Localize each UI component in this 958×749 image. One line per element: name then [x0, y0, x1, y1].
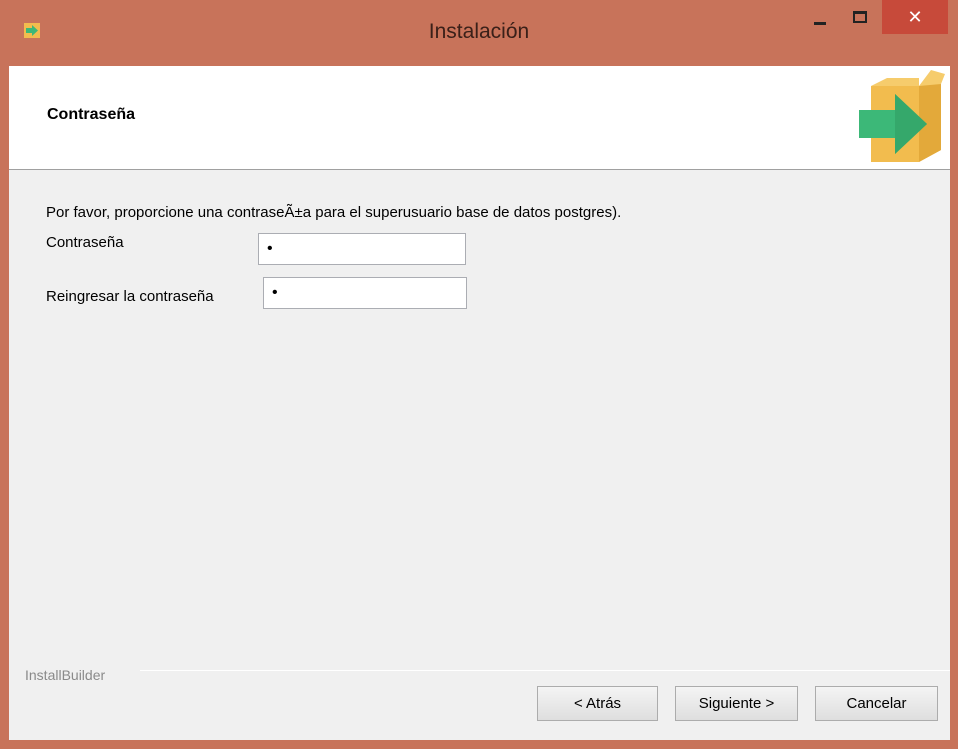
title-bar[interactable]: Instalación ✕	[0, 0, 958, 66]
next-button[interactable]: Siguiente >	[675, 686, 798, 721]
close-icon: ✕	[907, 6, 923, 27]
minimize-button[interactable]	[800, 0, 840, 34]
cancel-button[interactable]: Cancelar	[815, 686, 938, 721]
footer-divider	[140, 670, 950, 671]
password-instructions: Por favor, proporcione una contraseÃ±a p…	[46, 204, 622, 221]
password-field[interactable]: •	[258, 233, 466, 265]
installer-box-arrow-icon	[859, 70, 945, 162]
confirm-password-field[interactable]: •	[263, 277, 467, 309]
password-label: Contraseña	[46, 234, 124, 251]
installer-client-area: Contraseña Por favor, proporcione una co…	[9, 66, 950, 740]
installer-window: Instalación ✕ Contraseña Por favor, prop…	[0, 0, 958, 749]
password-mask: •	[267, 240, 273, 257]
minimize-icon	[814, 21, 826, 25]
confirm-password-label: Reingresar la contraseña	[46, 288, 214, 305]
installbuilder-label: InstallBuilder	[25, 667, 106, 683]
back-button[interactable]: < Atrás	[537, 686, 658, 721]
page-title: Contraseña	[47, 106, 136, 123]
maximize-button[interactable]	[842, 0, 878, 34]
close-button[interactable]: ✕	[882, 0, 948, 34]
page-header: Contraseña	[9, 66, 950, 170]
confirm-password-mask: •	[272, 284, 278, 301]
maximize-icon	[853, 11, 867, 23]
